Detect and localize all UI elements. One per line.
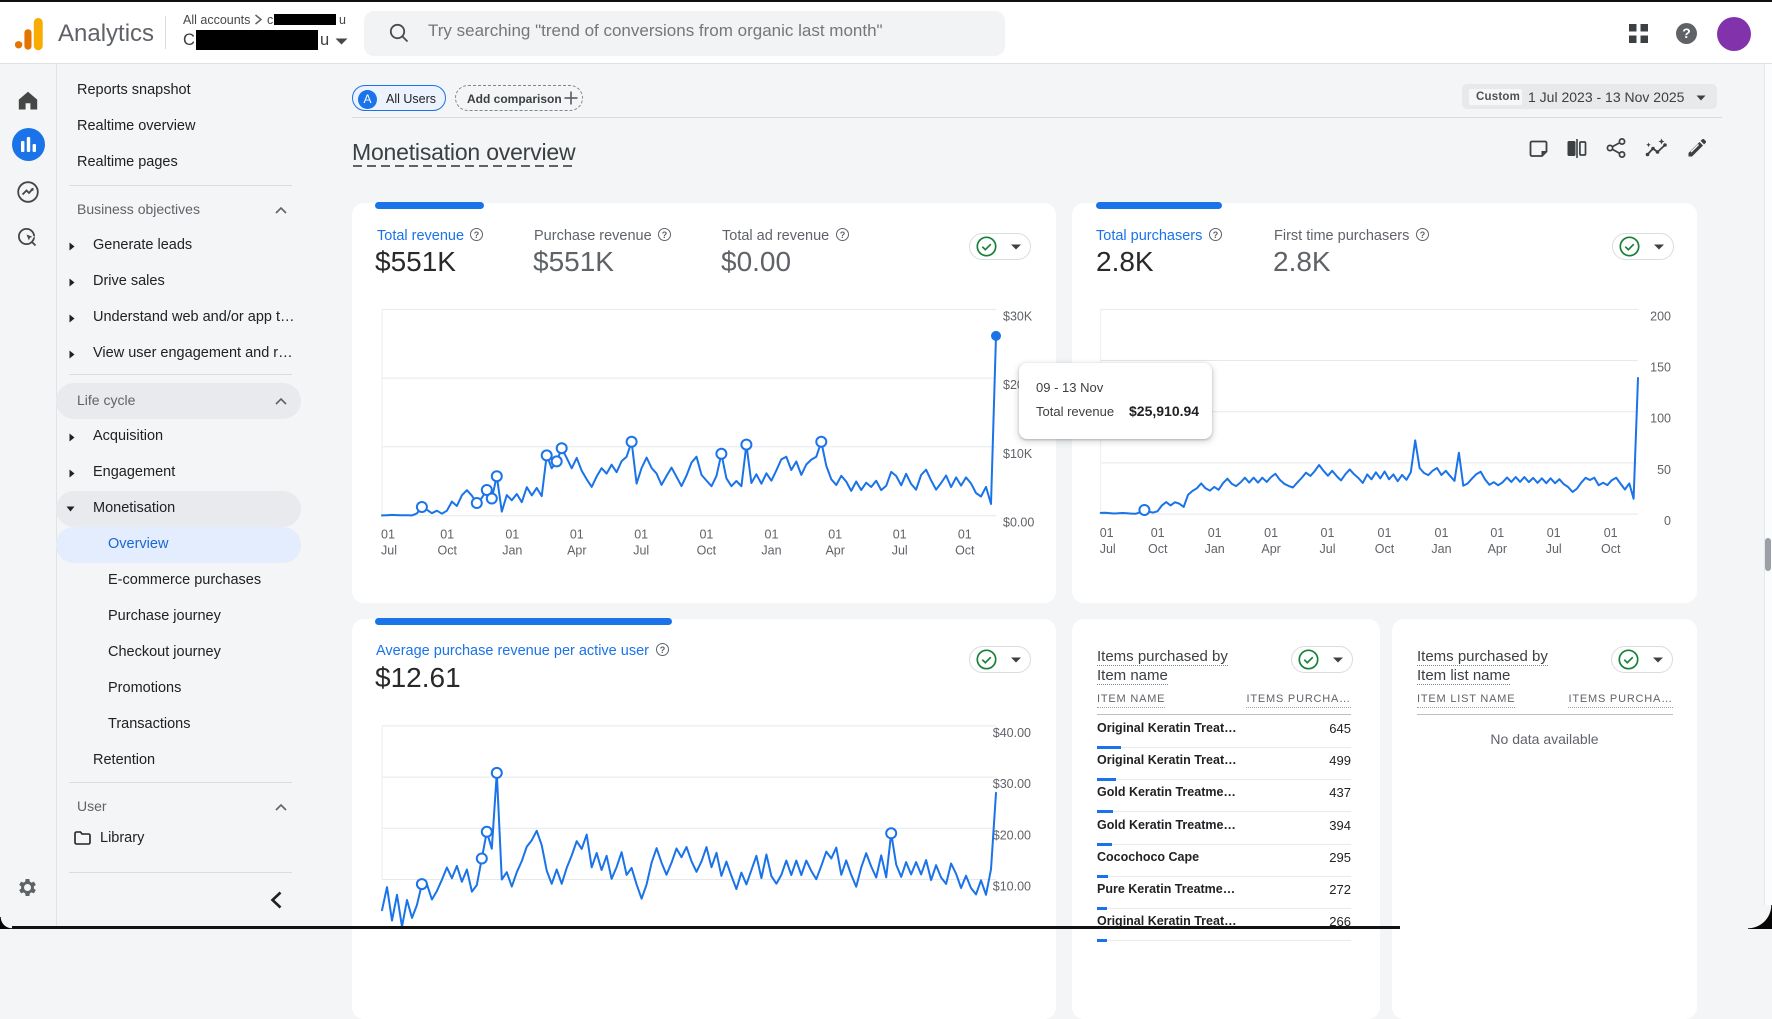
- svg-text:01: 01: [699, 528, 713, 542]
- svg-text:Jan: Jan: [1205, 542, 1225, 556]
- svg-text:Oct: Oct: [1601, 542, 1621, 556]
- svg-text:Oct: Oct: [697, 544, 717, 558]
- svg-text:Oct: Oct: [955, 544, 975, 558]
- svg-text:$20.00: $20.00: [993, 828, 1031, 842]
- svg-text:01: 01: [381, 528, 395, 542]
- svg-text:Jul: Jul: [1100, 542, 1116, 556]
- svg-text:01: 01: [1378, 526, 1392, 540]
- svg-text:Apr: Apr: [1488, 542, 1507, 556]
- svg-text:Jul: Jul: [1320, 542, 1336, 556]
- svg-text:50: 50: [1657, 463, 1671, 477]
- svg-text:01: 01: [505, 528, 519, 542]
- svg-text:$10K: $10K: [1003, 447, 1033, 461]
- svg-text:Jul: Jul: [892, 544, 908, 558]
- svg-text:01: 01: [1208, 526, 1222, 540]
- svg-text:$30.00: $30.00: [993, 777, 1031, 791]
- svg-text:01: 01: [958, 528, 972, 542]
- svg-text:01: 01: [828, 528, 842, 542]
- svg-text:01: 01: [570, 528, 584, 542]
- svg-text:Jan: Jan: [761, 544, 781, 558]
- svg-text:01: 01: [440, 528, 454, 542]
- svg-text:Apr: Apr: [1261, 542, 1280, 556]
- svg-text:01: 01: [765, 528, 779, 542]
- svg-text:01: 01: [1151, 526, 1165, 540]
- svg-text:Jul: Jul: [1546, 542, 1562, 556]
- svg-text:01: 01: [1100, 526, 1114, 540]
- svg-text:01: 01: [1264, 526, 1278, 540]
- svg-text:Oct: Oct: [1148, 542, 1168, 556]
- svg-text:$30K: $30K: [1003, 309, 1033, 323]
- svg-text:Jul: Jul: [633, 544, 649, 558]
- svg-text:Jul: Jul: [381, 544, 397, 558]
- svg-text:$10.00: $10.00: [993, 880, 1031, 894]
- svg-text:$40.00: $40.00: [993, 726, 1031, 740]
- svg-text:$0.00: $0.00: [1003, 516, 1034, 530]
- svg-text:200: 200: [1650, 309, 1671, 323]
- svg-text:Oct: Oct: [437, 544, 457, 558]
- svg-text:01: 01: [1490, 526, 1504, 540]
- svg-text:150: 150: [1650, 361, 1671, 375]
- svg-text:100: 100: [1650, 412, 1671, 426]
- svg-text:Apr: Apr: [567, 544, 586, 558]
- svg-text:Apr: Apr: [825, 544, 844, 558]
- svg-text:01: 01: [634, 528, 648, 542]
- svg-text:01: 01: [1321, 526, 1335, 540]
- svg-text:0: 0: [1664, 514, 1671, 528]
- svg-text:01: 01: [1604, 526, 1618, 540]
- svg-text:Oct: Oct: [1375, 542, 1395, 556]
- svg-text:01: 01: [1435, 526, 1449, 540]
- svg-text:01: 01: [893, 528, 907, 542]
- svg-text:Jan: Jan: [1431, 542, 1451, 556]
- svg-text:01: 01: [1547, 526, 1561, 540]
- svg-text:Jan: Jan: [502, 544, 522, 558]
